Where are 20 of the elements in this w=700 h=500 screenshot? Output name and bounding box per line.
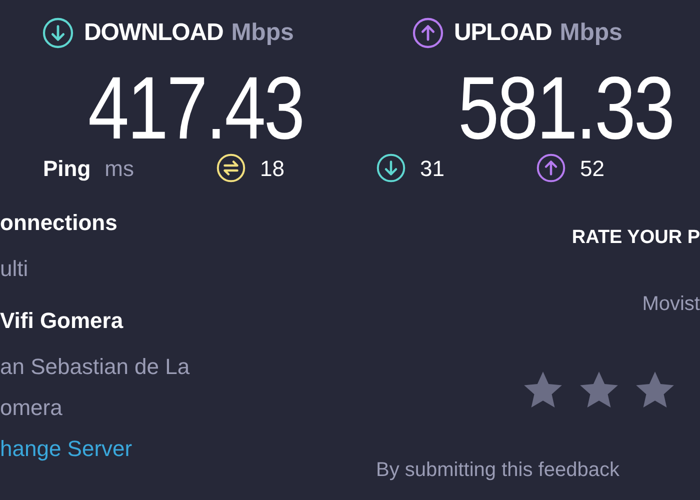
feedback-note: By submitting this feedback xyxy=(375,458,620,482)
change-server-link[interactable]: hange Server xyxy=(0,434,132,464)
speed-value: 581.33 xyxy=(457,64,674,153)
speed-value: 417.43 xyxy=(87,64,304,153)
server-location: an Sebastian de La omera xyxy=(0,353,191,422)
ping-value: 52 xyxy=(580,154,604,182)
section-title: onnections xyxy=(0,209,118,237)
speed-label: DOWNLOAD xyxy=(84,18,224,48)
connection-type: ulti xyxy=(0,255,30,283)
provider-name: Movist xyxy=(642,292,700,316)
provider-name: Vifi Gomera xyxy=(0,307,124,335)
swap-arrows-icon xyxy=(216,153,246,183)
ping-value: 18 xyxy=(260,154,284,182)
rating-title: RATE YOUR P xyxy=(572,226,700,250)
ping-value: 31 xyxy=(420,154,444,182)
unit-label: Mbps xyxy=(560,18,622,48)
unit-label: Mbps xyxy=(231,18,294,48)
unit-label: ms xyxy=(104,154,134,182)
speed-label: UPLOAD xyxy=(454,18,552,48)
ping-label: Ping xyxy=(43,154,91,183)
